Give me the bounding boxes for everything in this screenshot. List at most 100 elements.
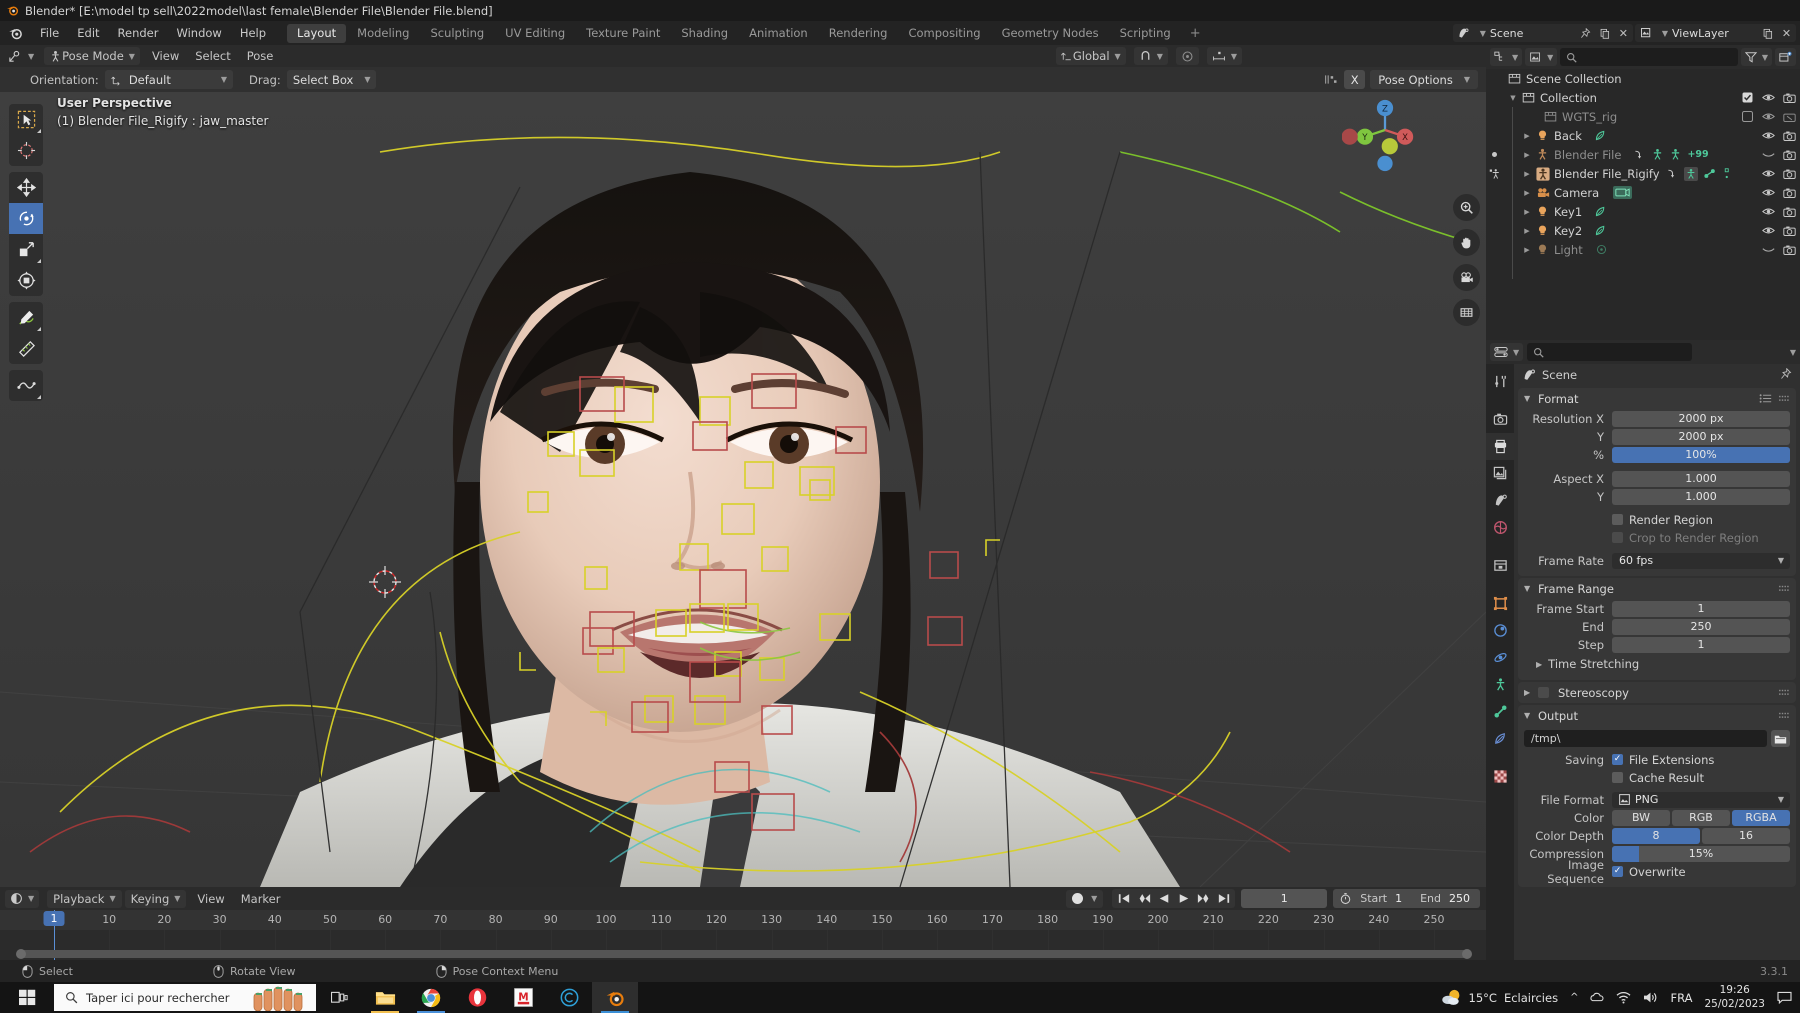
bone-collection-icon[interactable] bbox=[1722, 168, 1733, 180]
outliner-row-scene-collection[interactable]: Scene Collection bbox=[1486, 69, 1800, 88]
disable-in-render-icon[interactable] bbox=[1782, 111, 1796, 123]
outliner-row-key2[interactable]: ▶ Key2 bbox=[1486, 221, 1800, 240]
resolution-y-field[interactable]: 2000 px bbox=[1612, 429, 1790, 445]
outliner-search-input[interactable] bbox=[1560, 48, 1738, 66]
weather-widget[interactable]: 15°C Eclaircies bbox=[1441, 988, 1559, 1007]
menu-edit[interactable]: Edit bbox=[68, 22, 108, 44]
outliner-row-light[interactable]: ▶ Light bbox=[1486, 240, 1800, 259]
frame-range-fields[interactable]: Start 1 End 250 bbox=[1333, 889, 1480, 908]
pose-menu[interactable]: Pose bbox=[239, 49, 282, 63]
editor-type-button[interactable]: ▼ bbox=[0, 47, 38, 65]
blender-menu-icon[interactable] bbox=[8, 26, 23, 41]
bone-constraint-icon[interactable] bbox=[1703, 167, 1717, 180]
disable-in-render-icon[interactable] bbox=[1782, 92, 1796, 104]
snapping-dropdown[interactable]: ▼ bbox=[1134, 47, 1168, 65]
resolution-x-field[interactable]: 2000 px bbox=[1612, 411, 1790, 427]
light-data-icon[interactable] bbox=[1594, 205, 1607, 218]
row-expand-icon[interactable]: ▶ bbox=[1520, 132, 1534, 140]
filter-dropdown[interactable]: ▼ bbox=[1741, 48, 1772, 66]
tab-object[interactable] bbox=[1486, 590, 1514, 617]
file-extensions-checkbox[interactable]: ✓ bbox=[1612, 754, 1623, 765]
proportional-edit-toggle[interactable] bbox=[1176, 47, 1199, 65]
scroll-knob-right[interactable] bbox=[1462, 949, 1472, 959]
light-data-icon[interactable] bbox=[1595, 243, 1608, 256]
view-menu[interactable]: View bbox=[144, 49, 187, 63]
hide-in-viewport-icon[interactable] bbox=[1761, 92, 1775, 103]
panel-format-header[interactable]: ▼ Format bbox=[1518, 388, 1796, 409]
outliner-row-collection[interactable]: ▼ Collection bbox=[1486, 88, 1800, 107]
workspace-tab-rendering[interactable]: Rendering bbox=[819, 24, 898, 43]
frame-step-field[interactable]: 1 bbox=[1612, 637, 1790, 653]
presets-icon[interactable] bbox=[1759, 393, 1772, 404]
disable-in-render-icon[interactable] bbox=[1782, 130, 1796, 142]
tab-modifiers[interactable] bbox=[1486, 617, 1514, 644]
chrome-button[interactable] bbox=[408, 982, 454, 1013]
jump-to-prev-keyframe-button[interactable] bbox=[1134, 889, 1153, 908]
rotate-tool[interactable] bbox=[9, 203, 43, 234]
pin-scene-icon[interactable] bbox=[1576, 24, 1595, 42]
panel-stereoscopy-header[interactable]: ▶ Stereoscopy bbox=[1518, 682, 1796, 703]
disable-in-render-icon[interactable] bbox=[1782, 187, 1796, 199]
clock-widget[interactable]: 19:26 25/02/2023 bbox=[1704, 984, 1765, 1010]
delete-viewlayer-icon[interactable]: ✕ bbox=[1777, 24, 1796, 42]
new-viewlayer-icon[interactable] bbox=[1758, 24, 1777, 42]
copyright-app-button[interactable] bbox=[546, 982, 592, 1013]
file-explorer-button[interactable] bbox=[362, 982, 408, 1013]
tab-object-data[interactable] bbox=[1486, 698, 1514, 725]
interaction-mode-dropdown[interactable]: Pose Mode ▼ bbox=[44, 47, 140, 65]
tab-physics[interactable] bbox=[1486, 644, 1514, 671]
outliner-row-camera[interactable]: ▶ Camera bbox=[1486, 183, 1800, 202]
delete-scene-icon[interactable]: ✕ bbox=[1614, 24, 1633, 42]
tab-collection[interactable] bbox=[1486, 552, 1514, 579]
move-tool[interactable] bbox=[9, 172, 43, 203]
scene-datablock[interactable]: ▼ Scene ✕ bbox=[1453, 24, 1633, 42]
jump-to-start-button[interactable] bbox=[1114, 889, 1133, 908]
add-workspace-button[interactable]: + bbox=[1182, 26, 1209, 41]
bone-group-icon[interactable] bbox=[1669, 148, 1682, 161]
volume-icon[interactable] bbox=[1643, 991, 1658, 1004]
taskbar-search-box[interactable]: Taper ici pour rechercher bbox=[54, 984, 316, 1011]
current-frame-field[interactable]: 1 bbox=[1241, 889, 1327, 908]
workspace-tab-modeling[interactable]: Modeling bbox=[347, 24, 419, 43]
pose-data-icon[interactable] bbox=[1684, 167, 1698, 181]
tab-world[interactable] bbox=[1486, 514, 1514, 541]
auto-ik-icon[interactable] bbox=[1324, 72, 1339, 87]
orientation-select[interactable]: Default ▼ bbox=[105, 70, 233, 89]
outliner-row-key1[interactable]: ▶ Key1 bbox=[1486, 202, 1800, 221]
timeline-horizontal-scrollbar[interactable] bbox=[18, 950, 1470, 958]
light-data-icon[interactable] bbox=[1594, 224, 1607, 237]
hide-in-viewport-icon[interactable] bbox=[1761, 111, 1775, 122]
camera-view-button[interactable] bbox=[1453, 264, 1480, 291]
pose-data-icon[interactable] bbox=[1651, 148, 1664, 161]
output-path-field[interactable]: /tmp\ bbox=[1524, 730, 1767, 747]
frame-end-field[interactable]: 250 bbox=[1612, 619, 1790, 635]
disable-in-render-icon[interactable] bbox=[1782, 244, 1796, 256]
hide-in-viewport-icon[interactable] bbox=[1761, 225, 1775, 236]
tab-bone-constraints[interactable] bbox=[1486, 725, 1514, 752]
outliner-row-wgts-rig[interactable]: WGTS_rig bbox=[1486, 107, 1800, 126]
timeline-view-menu[interactable]: View bbox=[189, 892, 232, 906]
timeline-ruler[interactable]: 1020304050607080901001101201301401501601… bbox=[0, 910, 1486, 930]
tab-render[interactable] bbox=[1486, 406, 1514, 433]
hide-in-viewport-icon[interactable] bbox=[1761, 168, 1775, 179]
play-reverse-button[interactable] bbox=[1154, 889, 1173, 908]
scroll-knob-left[interactable] bbox=[16, 949, 26, 959]
onedrive-icon[interactable] bbox=[1590, 991, 1604, 1005]
breakdowner-tool[interactable] bbox=[9, 370, 43, 401]
annotate-tool[interactable] bbox=[9, 302, 43, 333]
animation-data-icon[interactable] bbox=[1666, 167, 1679, 180]
stereoscopy-checkbox[interactable] bbox=[1538, 687, 1549, 698]
workspace-tab-geometry-nodes[interactable]: Geometry Nodes bbox=[992, 24, 1109, 43]
navigation-gizmo[interactable]: Z Y X bbox=[1342, 92, 1428, 173]
resolution-percent-field[interactable]: 100% bbox=[1612, 447, 1790, 463]
outliner-row-blender-file-rigify[interactable]: ▶ Blender File_Rigify bbox=[1486, 164, 1800, 183]
workspace-tab-shading[interactable]: Shading bbox=[671, 24, 738, 43]
workspace-tab-uv-editing[interactable]: UV Editing bbox=[495, 24, 575, 43]
row-expand-icon[interactable]: ▶ bbox=[1520, 189, 1534, 197]
start-button[interactable] bbox=[0, 982, 54, 1013]
x-mirror-toggle[interactable]: X bbox=[1344, 70, 1365, 89]
cache-result-checkbox[interactable] bbox=[1612, 772, 1623, 783]
color-option-bw[interactable]: BW bbox=[1612, 810, 1670, 826]
display-mode-dropdown[interactable]: ▼ bbox=[1525, 48, 1557, 66]
tab-output[interactable] bbox=[1486, 433, 1514, 460]
